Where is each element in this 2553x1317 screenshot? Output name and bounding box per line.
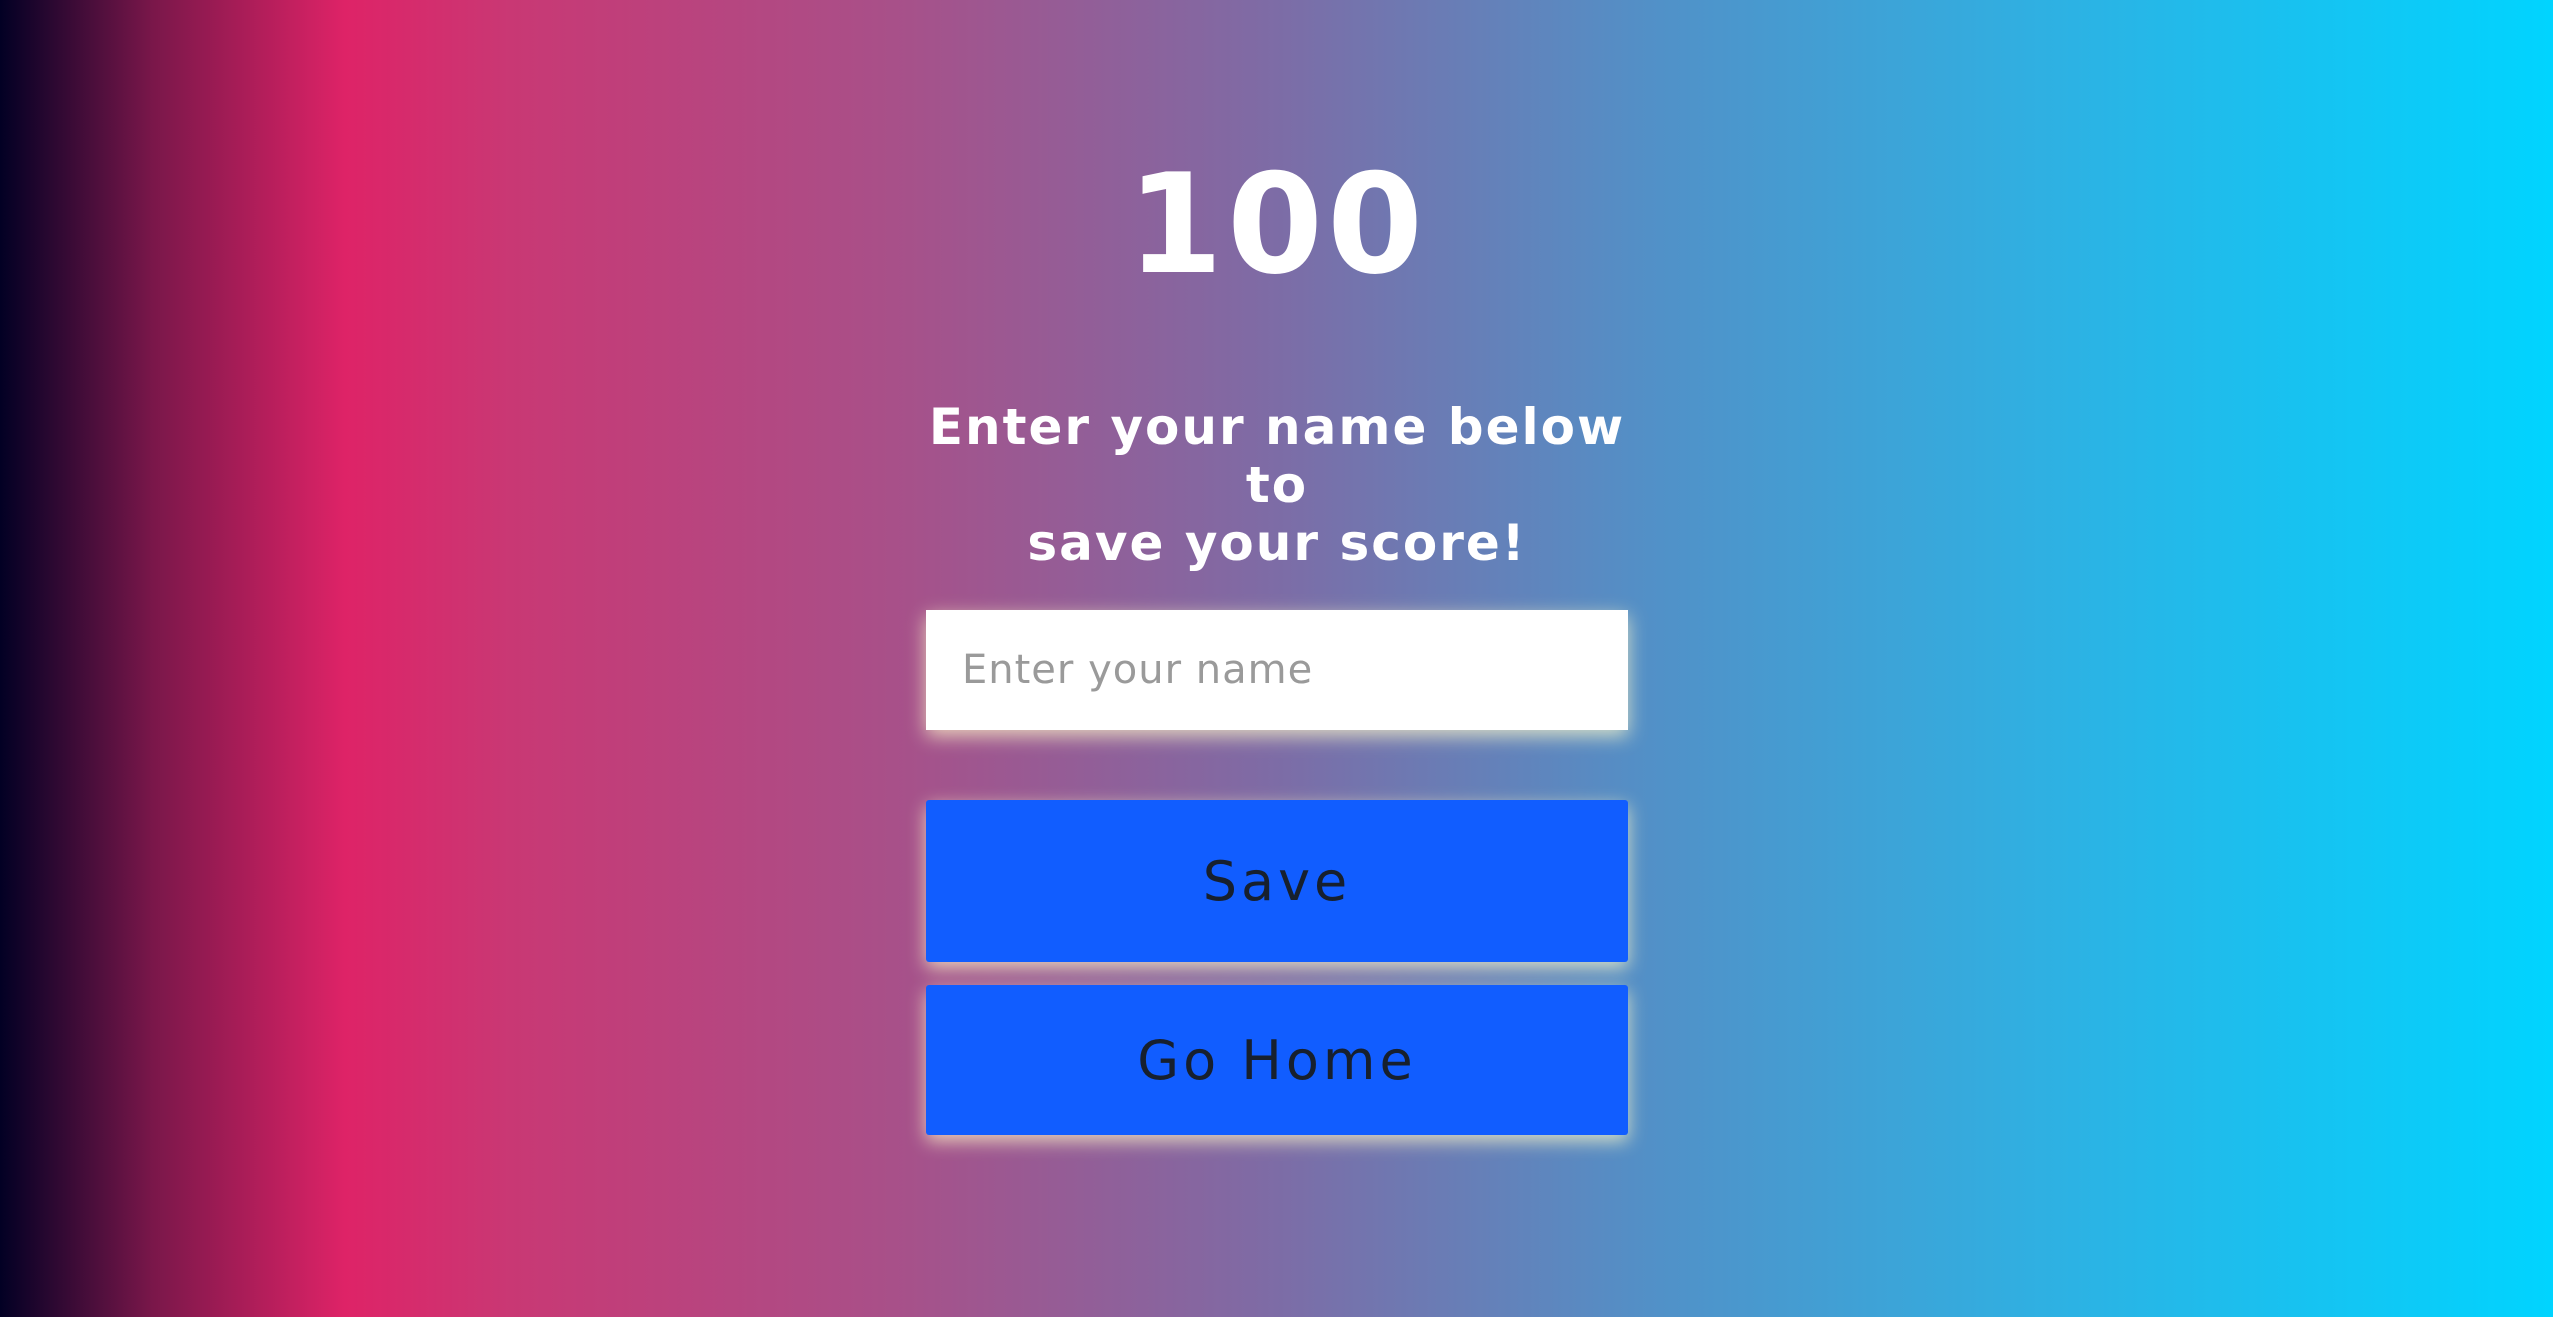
save-score-prompt: Enter your name below to save your score…	[926, 398, 1628, 572]
save-button-label: Save	[1202, 849, 1352, 913]
go-home-button-label: Go Home	[1137, 1028, 1417, 1092]
prompt-line-1: Enter your name below to	[928, 398, 1626, 514]
go-home-button[interactable]: Go Home	[926, 985, 1628, 1135]
prompt-line-2: save your score!	[1027, 514, 1527, 572]
username-input[interactable]	[926, 610, 1628, 730]
final-score: 100	[1126, 144, 1428, 305]
save-score-button[interactable]: Save	[926, 800, 1628, 962]
